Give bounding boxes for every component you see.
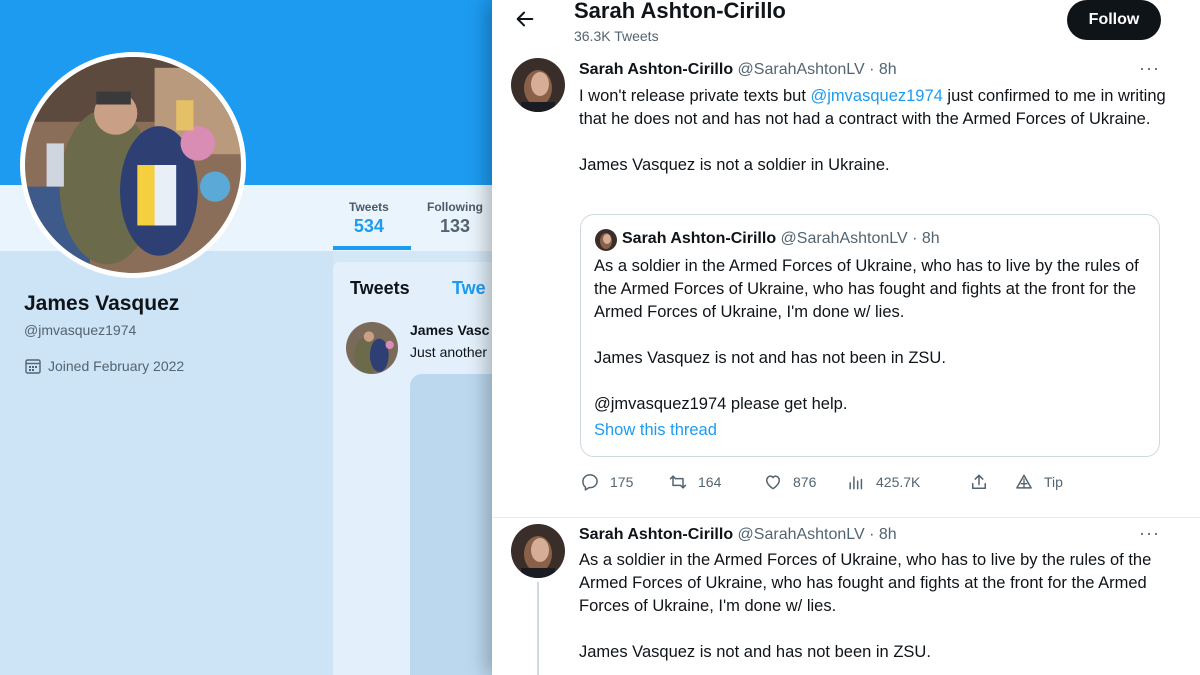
share-button[interactable] (969, 472, 989, 492)
views-button[interactable]: 425.7K (846, 472, 920, 492)
tweet-paragraph: James Vasquez is not a soldier in Ukrain… (579, 156, 890, 174)
tweet-header: Sarah Ashton-Cirillo @SarahAshtonLV · 8h (579, 526, 897, 544)
reply-count: 175 (610, 474, 634, 490)
share-icon (972, 474, 986, 489)
stat-tweets-label: Tweets (349, 200, 389, 214)
timeline-tweet-author[interactable]: James Vasc (410, 322, 489, 338)
tab-tweets-and-replies[interactable]: Twe (452, 278, 486, 299)
tweet-panel: Sarah Ashton-Cirillo 36.3K Tweets Follow… (492, 0, 1200, 675)
like-count: 876 (793, 474, 817, 490)
tweet-author-name[interactable]: Sarah Ashton-Cirillo (579, 61, 733, 78)
author-avatar-photo (511, 524, 565, 578)
timeline-avatar-photo (346, 322, 398, 374)
tweet-text-part: I won't release private texts but (579, 87, 811, 105)
stat-active-indicator (333, 246, 411, 250)
views-icon (849, 476, 863, 490)
profile-joined: Joined February 2022 (24, 357, 184, 375)
quote-paragraph: As a soldier in the Armed Forces of Ukra… (594, 257, 1139, 321)
calendar-icon (25, 359, 41, 374)
stat-following-value: 133 (439, 216, 471, 236)
quote-header: Sarah Ashton-Cirillo @SarahAshtonLV · 8h (622, 230, 940, 248)
tweet-paragraph: James Vasquez is not and has not been in… (579, 643, 931, 661)
quote-avatar-photo (595, 229, 617, 251)
retweet-button[interactable]: 164 (668, 472, 721, 492)
quote-author-name: Sarah Ashton-Cirillo (622, 230, 777, 247)
retweet-icon (669, 475, 687, 489)
heart-icon (766, 475, 780, 490)
follow-button[interactable]: Follow (1067, 0, 1161, 40)
timeline-tweet-text: Just another (410, 344, 488, 360)
tab-tweets[interactable]: Tweets (350, 278, 410, 299)
tweet-author-name[interactable]: Sarah Ashton-Cirillo (579, 526, 733, 543)
tip-icon (1016, 474, 1032, 489)
views-count: 425.7K (876, 474, 921, 490)
stat-following-label: Following (427, 200, 483, 214)
profile-name: James Vasquez (24, 292, 180, 315)
quote-paragraph: @jmvasquez1974 please get help. (594, 395, 848, 413)
show-thread-link[interactable]: Show this thread (594, 421, 717, 440)
tip-label: Tip (1044, 474, 1063, 490)
retweet-count: 164 (698, 474, 722, 490)
header-title: Sarah Ashton-Cirillo (574, 0, 786, 23)
quote-author-avatar (595, 229, 617, 251)
more-options-icon[interactable]: ··· (1139, 523, 1160, 544)
reply-icon (582, 474, 598, 491)
tweet-text: As a soldier in the Armed Forces of Ukra… (579, 549, 1169, 664)
author-avatar-photo (511, 58, 565, 112)
quote-paragraph: James Vasquez is not and has not been in… (594, 349, 946, 367)
tweet-text: I won't release private texts but @jmvas… (579, 85, 1169, 177)
mention-link[interactable]: @jmvasquez1974 (811, 87, 943, 105)
tweet-meta[interactable]: @SarahAshtonLV · 8h (738, 526, 897, 543)
author-avatar[interactable] (511, 58, 565, 112)
more-options-icon[interactable]: ··· (1139, 58, 1160, 79)
profile-joined-text: Joined February 2022 (48, 358, 185, 374)
profile-handle: @jmvasquez1974 (24, 322, 137, 338)
reply-button[interactable]: 175 (580, 472, 633, 492)
tweet-paragraph: As a soldier in the Armed Forces of Ukra… (579, 551, 1152, 615)
tweet-header: Sarah Ashton-Cirillo @SarahAshtonLV · 8h (579, 61, 897, 79)
author-avatar[interactable] (511, 524, 565, 578)
quote-text: As a soldier in the Armed Forces of Ukra… (594, 255, 1150, 416)
header-tweet-count: 36.3K Tweets (574, 28, 659, 44)
stat-tweets-value: 534 (353, 216, 384, 236)
like-button[interactable]: 876 (763, 472, 816, 492)
tweet-paragraph: I won't release private texts but @jmvas… (579, 85, 1169, 131)
timeline-tweet-avatar[interactable] (346, 322, 398, 374)
quoted-tweet[interactable]: Sarah Ashton-Cirillo @SarahAshtonLV · 8h… (580, 214, 1160, 457)
stat-tweets[interactable]: Tweets 534 (349, 200, 389, 237)
profile-avatar[interactable] (20, 52, 246, 278)
back-arrow-icon[interactable] (514, 8, 536, 30)
tweet-divider (492, 517, 1200, 518)
tweet-meta[interactable]: @SarahAshtonLV · 8h (738, 61, 897, 78)
tip-button[interactable]: Tip (1014, 472, 1063, 492)
thread-connector-line (537, 582, 539, 675)
profile-photo (25, 57, 241, 273)
stat-following[interactable]: Following 133 (427, 200, 483, 237)
quote-meta: @SarahAshtonLV · 8h (780, 230, 940, 247)
